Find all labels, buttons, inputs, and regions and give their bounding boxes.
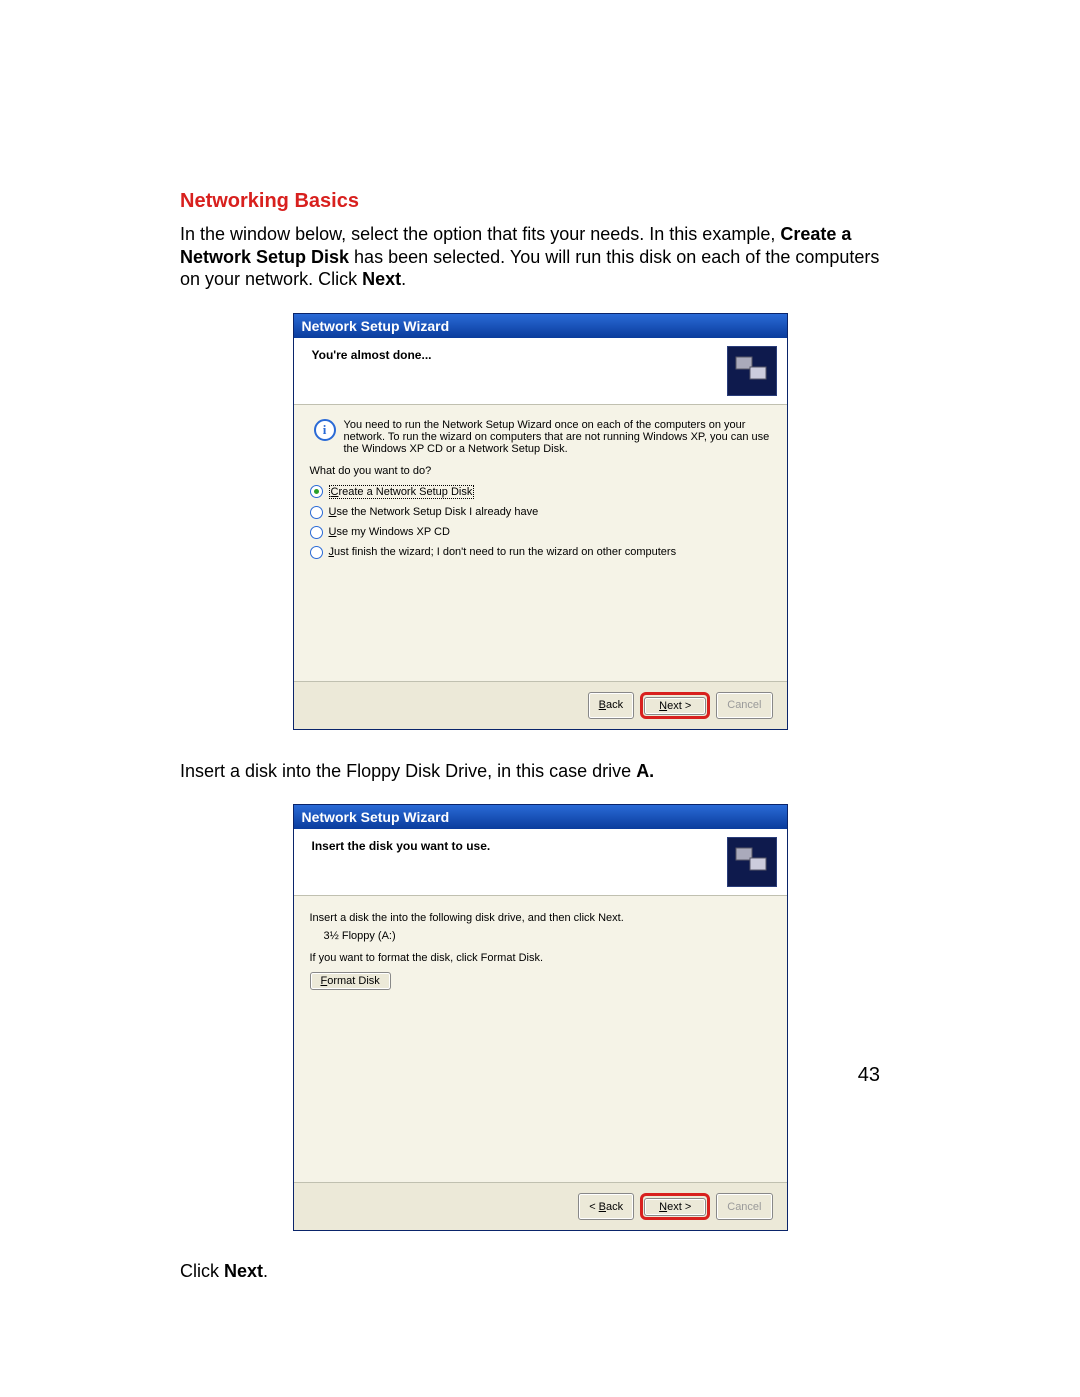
radio-label: Use the Network Setup Disk I already hav… — [329, 506, 539, 518]
mid-paragraph: Insert a disk into the Floppy Disk Drive… — [180, 760, 900, 783]
back-button[interactable]: Back — [588, 692, 634, 719]
computers-icon — [727, 346, 777, 396]
click-next-text: Click Next. — [180, 1261, 900, 1282]
drive-item[interactable]: 3½ Floppy (A:) — [324, 930, 771, 942]
intro-text-e: . — [401, 269, 406, 289]
cancel-button[interactable]: Cancel — [716, 1193, 772, 1220]
wizard-header: You're almost done... — [294, 338, 787, 405]
wizard-body: i You need to run the Network Setup Wiza… — [294, 405, 787, 681]
next-highlight: Next > — [640, 1193, 710, 1220]
wizard-header-title: You're almost done... — [312, 346, 432, 362]
wizard-window-2: Network Setup Wizard Insert the disk you… — [293, 804, 788, 1231]
radio-icon — [310, 546, 323, 559]
insert-disk-text: Insert a disk the into the following dis… — [310, 912, 771, 924]
titlebar: Network Setup Wizard — [294, 314, 787, 338]
radio-option-use-existing-disk[interactable]: Use the Network Setup Disk I already hav… — [310, 506, 771, 519]
question-text: What do you want to do? — [310, 465, 771, 477]
radio-option-create-disk[interactable]: Create a Network Setup Disk — [310, 485, 771, 499]
radio-icon — [310, 485, 323, 498]
computers-icon — [727, 837, 777, 887]
radio-option-use-xp-cd[interactable]: Use my Windows XP CD — [310, 526, 771, 539]
cancel-button[interactable]: Cancel — [716, 692, 772, 719]
intro-text-a: In the window below, select the option t… — [180, 224, 780, 244]
button-bar: < Back Next > Cancel — [294, 1182, 787, 1230]
mid-text-a: Insert a disk into the Floppy Disk Drive… — [180, 761, 636, 781]
wizard-header-title: Insert the disk you want to use. — [312, 837, 491, 853]
radio-icon — [310, 526, 323, 539]
next-highlight: Next > — [640, 692, 710, 719]
radio-icon — [310, 506, 323, 519]
wizard-body: Insert a disk the into the following dis… — [294, 896, 787, 1182]
wizard-header: Insert the disk you want to use. — [294, 829, 787, 896]
next-button[interactable]: Next > — [644, 1198, 706, 1216]
info-text: You need to run the Network Setup Wizard… — [344, 419, 771, 455]
intro-bold-2: Next — [362, 269, 401, 289]
radio-label: Use my Windows XP CD — [329, 526, 450, 538]
page-number: 43 — [858, 1064, 880, 1087]
intro-paragraph: In the window below, select the option t… — [180, 223, 900, 291]
button-bar: Back Next > Cancel — [294, 681, 787, 729]
info-icon: i — [314, 419, 336, 441]
format-disk-button[interactable]: Format Disk — [310, 972, 391, 990]
radio-label: Just finish the wizard; I don't need to … — [329, 546, 677, 558]
radio-label: Create a Network Setup Disk — [329, 485, 475, 499]
wizard-window-1: Network Setup Wizard You're almost done.… — [293, 313, 788, 730]
format-hint-text: If you want to format the disk, click Fo… — [310, 952, 771, 964]
section-heading: Networking Basics — [180, 190, 900, 213]
next-button[interactable]: Next > — [644, 697, 706, 715]
mid-text-bold: A. — [636, 761, 654, 781]
titlebar: Network Setup Wizard — [294, 805, 787, 829]
back-button[interactable]: < Back — [578, 1193, 634, 1220]
radio-option-just-finish[interactable]: Just finish the wizard; I don't need to … — [310, 546, 771, 559]
